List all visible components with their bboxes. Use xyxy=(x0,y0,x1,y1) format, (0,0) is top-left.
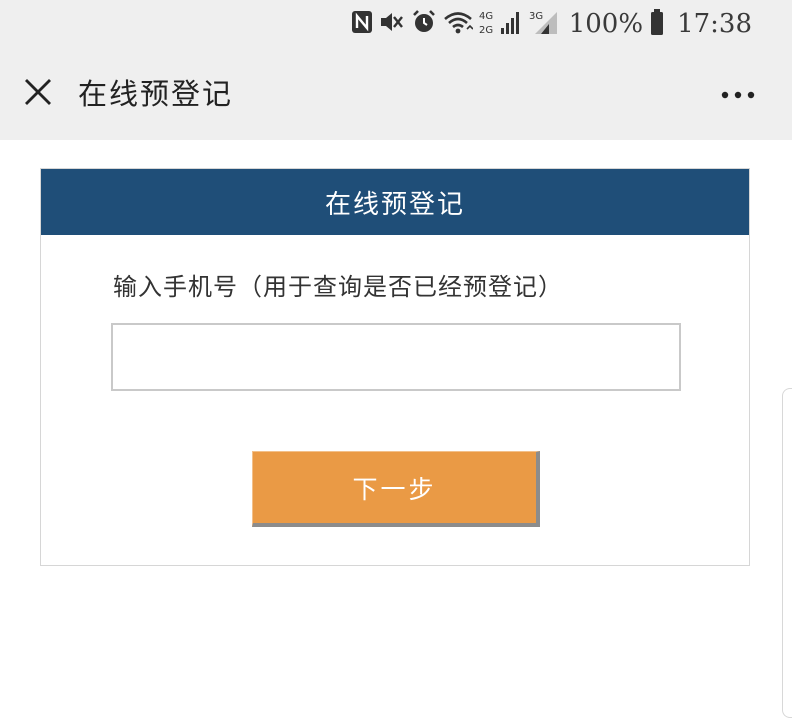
registration-card: 在线预登记 输入手机号（用于查询是否已经预登记） 下一步 xyxy=(40,168,750,566)
status-bar: 4G 2G 3G 100% 17:38 xyxy=(0,0,792,48)
wifi-icon xyxy=(443,9,474,39)
clock: 17:38 xyxy=(677,9,752,39)
side-panel-edge xyxy=(782,388,792,718)
network-top-label: 4G xyxy=(479,11,493,22)
close-button[interactable] xyxy=(20,76,56,112)
signal-icon: 4G 2G xyxy=(479,8,523,40)
nfc-icon xyxy=(351,10,373,38)
network-alt-label: 3G xyxy=(529,11,543,22)
more-button[interactable] xyxy=(718,76,758,112)
battery-percent: 100% xyxy=(568,9,644,39)
next-button[interactable]: 下一步 xyxy=(252,451,540,527)
network-bottom-label: 2G xyxy=(479,25,493,36)
alarm-icon xyxy=(411,9,437,39)
app-header: 在线预登记 xyxy=(0,48,792,140)
status-icons: 4G 2G 3G 100% 17:38 xyxy=(351,8,752,40)
card-header: 在线预登记 xyxy=(41,169,749,235)
phone-input[interactable] xyxy=(111,323,681,391)
phone-label: 输入手机号（用于查询是否已经预登记） xyxy=(113,273,563,301)
page-title: 在线预登记 xyxy=(78,77,234,111)
more-icon xyxy=(720,85,756,104)
page-content: 在线预登记 输入手机号（用于查询是否已经预登记） 下一步 xyxy=(0,140,792,718)
card-title: 在线预登记 xyxy=(324,189,465,220)
signal-icon: 3G xyxy=(529,8,559,40)
close-icon xyxy=(23,77,53,111)
mute-icon xyxy=(379,10,405,38)
battery-icon xyxy=(649,8,665,40)
